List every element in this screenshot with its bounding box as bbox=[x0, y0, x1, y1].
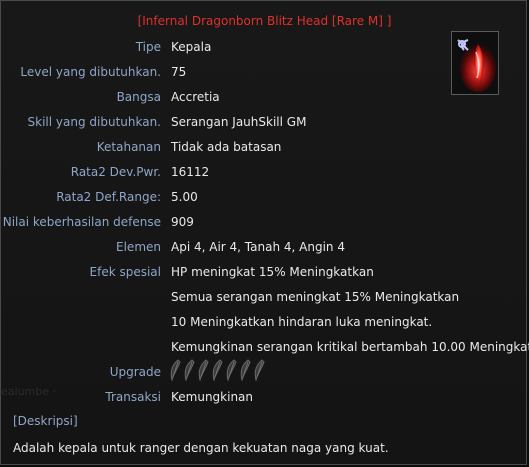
stat-row-efek-2: Semua serangan meningkat 15% Meningkatka… bbox=[1, 290, 528, 306]
talic-feather-icon bbox=[212, 359, 223, 381]
stat-value: 16112 bbox=[171, 165, 210, 179]
stat-value: HP meningkat 15% Meningkatkan bbox=[171, 265, 374, 279]
stat-value: Serangan JauhSkill GM bbox=[171, 115, 307, 129]
description-title: [Deskripsi] bbox=[13, 414, 78, 428]
stat-row-skill: Skill yang dibutuhkan. Serangan JauhSkil… bbox=[1, 115, 528, 131]
stat-value: Api 4, Air 4, Tanah 4, Angin 4 bbox=[171, 240, 345, 254]
stat-row-efek: Efek spesial HP meningkat 15% Meningkatk… bbox=[1, 265, 528, 281]
stat-row-defrange: Rata2 Def.Range: 5.00 bbox=[1, 190, 528, 206]
stat-label: Efek spesial bbox=[89, 265, 161, 279]
stat-value: Accretia bbox=[171, 90, 220, 104]
stat-label: Elemen bbox=[116, 240, 161, 254]
stat-label: Bangsa bbox=[116, 90, 161, 104]
stat-row-transaksi: Transaksi Kemungkinan bbox=[1, 390, 528, 406]
stat-label: Tipe bbox=[135, 40, 161, 54]
talic-feather-icon bbox=[198, 359, 209, 381]
talic-feather-icon bbox=[254, 359, 265, 381]
stat-label: Ketahanan bbox=[96, 140, 161, 154]
talic-feather-icon bbox=[240, 359, 251, 381]
stat-label: Level yang dibutuhkan. bbox=[20, 65, 161, 79]
stat-value: Tidak ada batasan bbox=[171, 140, 282, 154]
stat-value: 75 bbox=[171, 65, 187, 79]
stat-row-defense: Nilai keberhasilan defense 909 bbox=[1, 215, 528, 231]
stat-label: Rata2 Def.Range: bbox=[56, 190, 161, 204]
stat-row-efek-4: Kemungkinan serangan kritikal bertambah … bbox=[1, 340, 529, 356]
talic-feather-icon bbox=[226, 359, 237, 381]
stat-label: Transaksi bbox=[105, 390, 161, 404]
upgrade-row: Upgrade bbox=[1, 359, 528, 381]
talic-feather-icon bbox=[170, 359, 181, 381]
description-text: Adalah kepala untuk ranger dengan kekuat… bbox=[13, 441, 389, 455]
stat-value: Kepala bbox=[171, 40, 212, 54]
stat-row-ketahanan: Ketahanan Tidak ada batasan bbox=[1, 140, 528, 156]
stat-row-level: Level yang dibutuhkan. 75 bbox=[1, 65, 528, 81]
stat-row-tipe: Tipe Kepala bbox=[1, 40, 528, 56]
stat-row-efek-3: 10 Meningkatkan hindaran luka meningkat. bbox=[1, 315, 528, 331]
item-title: [Infernal Dragonborn Blitz Head [Rare M]… bbox=[137, 14, 392, 28]
item-tooltip: [Infernal Dragonborn Blitz Head [Rare M]… bbox=[0, 0, 529, 465]
stat-row-bangsa: Bangsa Accretia bbox=[1, 90, 528, 106]
stat-value: 10 Meningkatkan hindaran luka meningkat. bbox=[171, 315, 433, 329]
upgrade-slots bbox=[169, 359, 265, 381]
stat-value: 909 bbox=[171, 215, 194, 229]
stat-row-elemen: Elemen Api 4, Air 4, Tanah 4, Angin 4 bbox=[1, 240, 528, 256]
stat-value: Semua serangan meningkat 15% Meningkatka… bbox=[171, 290, 460, 304]
stat-value: Kemungkinan serangan kritikal bertambah … bbox=[171, 340, 529, 354]
stat-row-devpwr: Rata2 Dev.Pwr. 16112 bbox=[1, 165, 528, 181]
stat-label: Skill yang dibutuhkan. bbox=[27, 115, 161, 129]
upgrade-label: Upgrade bbox=[109, 365, 161, 379]
stat-label: Nilai keberhasilan defense bbox=[2, 215, 161, 229]
talic-feather-icon bbox=[184, 359, 195, 381]
stat-label: Rata2 Dev.Pwr. bbox=[70, 165, 161, 179]
stat-value: Kemungkinan bbox=[171, 390, 254, 404]
stat-value: 5.00 bbox=[171, 190, 198, 204]
